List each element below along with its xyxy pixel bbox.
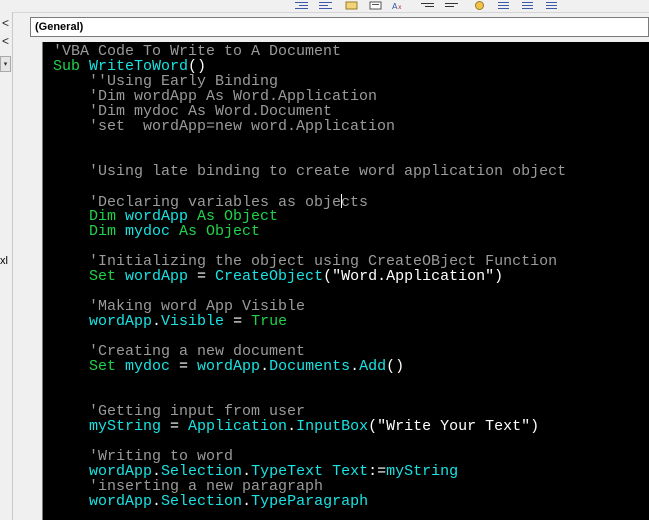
- code-line[interactable]: Set wordApp = CreateObject("Word.Applica…: [53, 269, 566, 284]
- code-token: .: [260, 358, 270, 375]
- scroll-left-arrow-2[interactable]: <: [0, 34, 11, 48]
- code-line[interactable]: [53, 284, 566, 299]
- code-line[interactable]: 'Dim mydoc As Word.Document: [53, 104, 566, 119]
- code-line[interactable]: wordApp.Selection.TypeText Text:=myStrin…: [53, 464, 566, 479]
- code-token: Set: [53, 358, 126, 375]
- quick-info-icon[interactable]: [472, 0, 487, 10]
- edit-toolbar: Ax: [0, 0, 649, 13]
- code-token: myString: [386, 463, 459, 480]
- svg-text:x: x: [398, 4, 402, 10]
- code-token: .: [287, 418, 297, 435]
- code-token: True: [251, 313, 288, 330]
- code-line[interactable]: 'Making word App Visible: [53, 299, 566, 314]
- code-line[interactable]: [53, 134, 566, 149]
- code-token: cts: [341, 194, 369, 211]
- code-token: =: [170, 418, 189, 435]
- code-token: .: [152, 313, 162, 330]
- code-text[interactable]: 'VBA Code To Write to A Document Sub Writ…: [53, 44, 566, 509]
- previous-bookmark-icon[interactable]: [544, 0, 559, 10]
- code-token: .: [350, 358, 360, 375]
- code-token: wordApp: [197, 358, 261, 375]
- code-token: wordApp: [53, 493, 153, 510]
- code-line[interactable]: [53, 179, 566, 194]
- uncomment-block-icon[interactable]: Ax: [390, 0, 405, 10]
- code-token: Visible: [161, 313, 234, 330]
- code-line[interactable]: [53, 434, 566, 449]
- code-token: ("Word.Application"): [323, 268, 504, 285]
- code-token: ("Write Your Text"): [368, 418, 540, 435]
- code-line[interactable]: wordApp.Visible = True: [53, 314, 566, 329]
- code-line[interactable]: 'VBA Code To Write to A Document: [53, 44, 566, 59]
- code-token: wordApp: [53, 313, 153, 330]
- code-token: Set: [53, 268, 126, 285]
- code-line[interactable]: 'Declaring variables as objects: [53, 194, 566, 211]
- code-token: Add: [359, 358, 387, 375]
- scroll-left-arrow[interactable]: <: [0, 16, 11, 30]
- code-token: myString: [53, 418, 171, 435]
- code-line[interactable]: [53, 149, 566, 164]
- code-token: =: [233, 313, 252, 330]
- code-token: Dim: [53, 223, 126, 240]
- code-token: CreateObject: [215, 268, 324, 285]
- next-bookmark-icon[interactable]: [520, 0, 535, 10]
- code-line[interactable]: 'Getting input from user: [53, 404, 566, 419]
- code-token: 'Using late binding to create word appli…: [53, 163, 567, 180]
- code-line[interactable]: [53, 374, 566, 389]
- code-line[interactable]: 'Initializing the object using CreateOBj…: [53, 254, 566, 269]
- code-line[interactable]: ''Using Early Binding: [53, 74, 566, 89]
- code-token: As: [179, 223, 207, 240]
- code-token: .: [242, 493, 252, 510]
- code-token: 'set wordApp=new word.Application: [53, 118, 396, 135]
- truncated-label: xl: [0, 255, 8, 267]
- code-token: Selection: [161, 493, 243, 510]
- code-token: InputBox: [296, 418, 369, 435]
- code-token: =: [197, 268, 216, 285]
- scrollbar-thumb[interactable]: ▾: [0, 56, 11, 72]
- object-dropdown[interactable]: (General): [30, 17, 649, 37]
- project-pane-edge: < < ▾ xl: [0, 12, 13, 520]
- code-line[interactable]: 'Dim wordApp As Word.Application: [53, 89, 566, 104]
- code-line[interactable]: [53, 239, 566, 254]
- code-token: mydoc: [125, 223, 180, 240]
- code-line[interactable]: [53, 329, 566, 344]
- list-properties-icon[interactable]: [420, 0, 435, 10]
- code-token: Documents: [269, 358, 351, 375]
- code-line[interactable]: Dim mydoc As Object: [53, 224, 566, 239]
- list-constants-icon[interactable]: [444, 0, 459, 10]
- code-line[interactable]: [53, 389, 566, 404]
- code-line[interactable]: myString = Application.InputBox("Write Y…: [53, 419, 566, 434]
- code-token: .: [152, 493, 162, 510]
- outdent-icon[interactable]: [318, 0, 333, 10]
- code-token: Application: [188, 418, 288, 435]
- code-line[interactable]: 'set wordApp=new word.Application: [53, 119, 566, 134]
- toggle-breakpoint-icon[interactable]: [344, 0, 359, 10]
- toggle-bookmark-icon[interactable]: [496, 0, 511, 10]
- code-token: TypeParagraph: [251, 493, 369, 510]
- code-token: =: [179, 358, 198, 375]
- code-line[interactable]: wordApp.Selection.TypeParagraph: [53, 494, 566, 509]
- code-line[interactable]: Dim wordApp As Object: [53, 209, 566, 224]
- code-line[interactable]: 'Creating a new document: [53, 344, 566, 359]
- code-line[interactable]: 'Writing to word: [53, 449, 566, 464]
- code-token: (): [386, 358, 405, 375]
- code-token: mydoc: [125, 358, 180, 375]
- code-line[interactable]: 'inserting a new paragraph: [53, 479, 566, 494]
- code-token: wordApp: [125, 268, 198, 285]
- code-token: :=: [368, 463, 387, 480]
- code-line[interactable]: Set mydoc = wordApp.Documents.Add(): [53, 359, 566, 374]
- code-token: Text: [332, 463, 369, 480]
- code-token: Object: [206, 223, 261, 240]
- code-line[interactable]: Sub WriteToWord(): [53, 59, 566, 74]
- code-editor[interactable]: 'VBA Code To Write to A Document Sub Writ…: [42, 42, 649, 520]
- code-line[interactable]: 'Using late binding to create word appli…: [53, 164, 566, 179]
- comment-block-icon[interactable]: [368, 0, 383, 10]
- indent-icon[interactable]: [294, 0, 309, 10]
- chevron-down-icon: ▾: [3, 61, 8, 68]
